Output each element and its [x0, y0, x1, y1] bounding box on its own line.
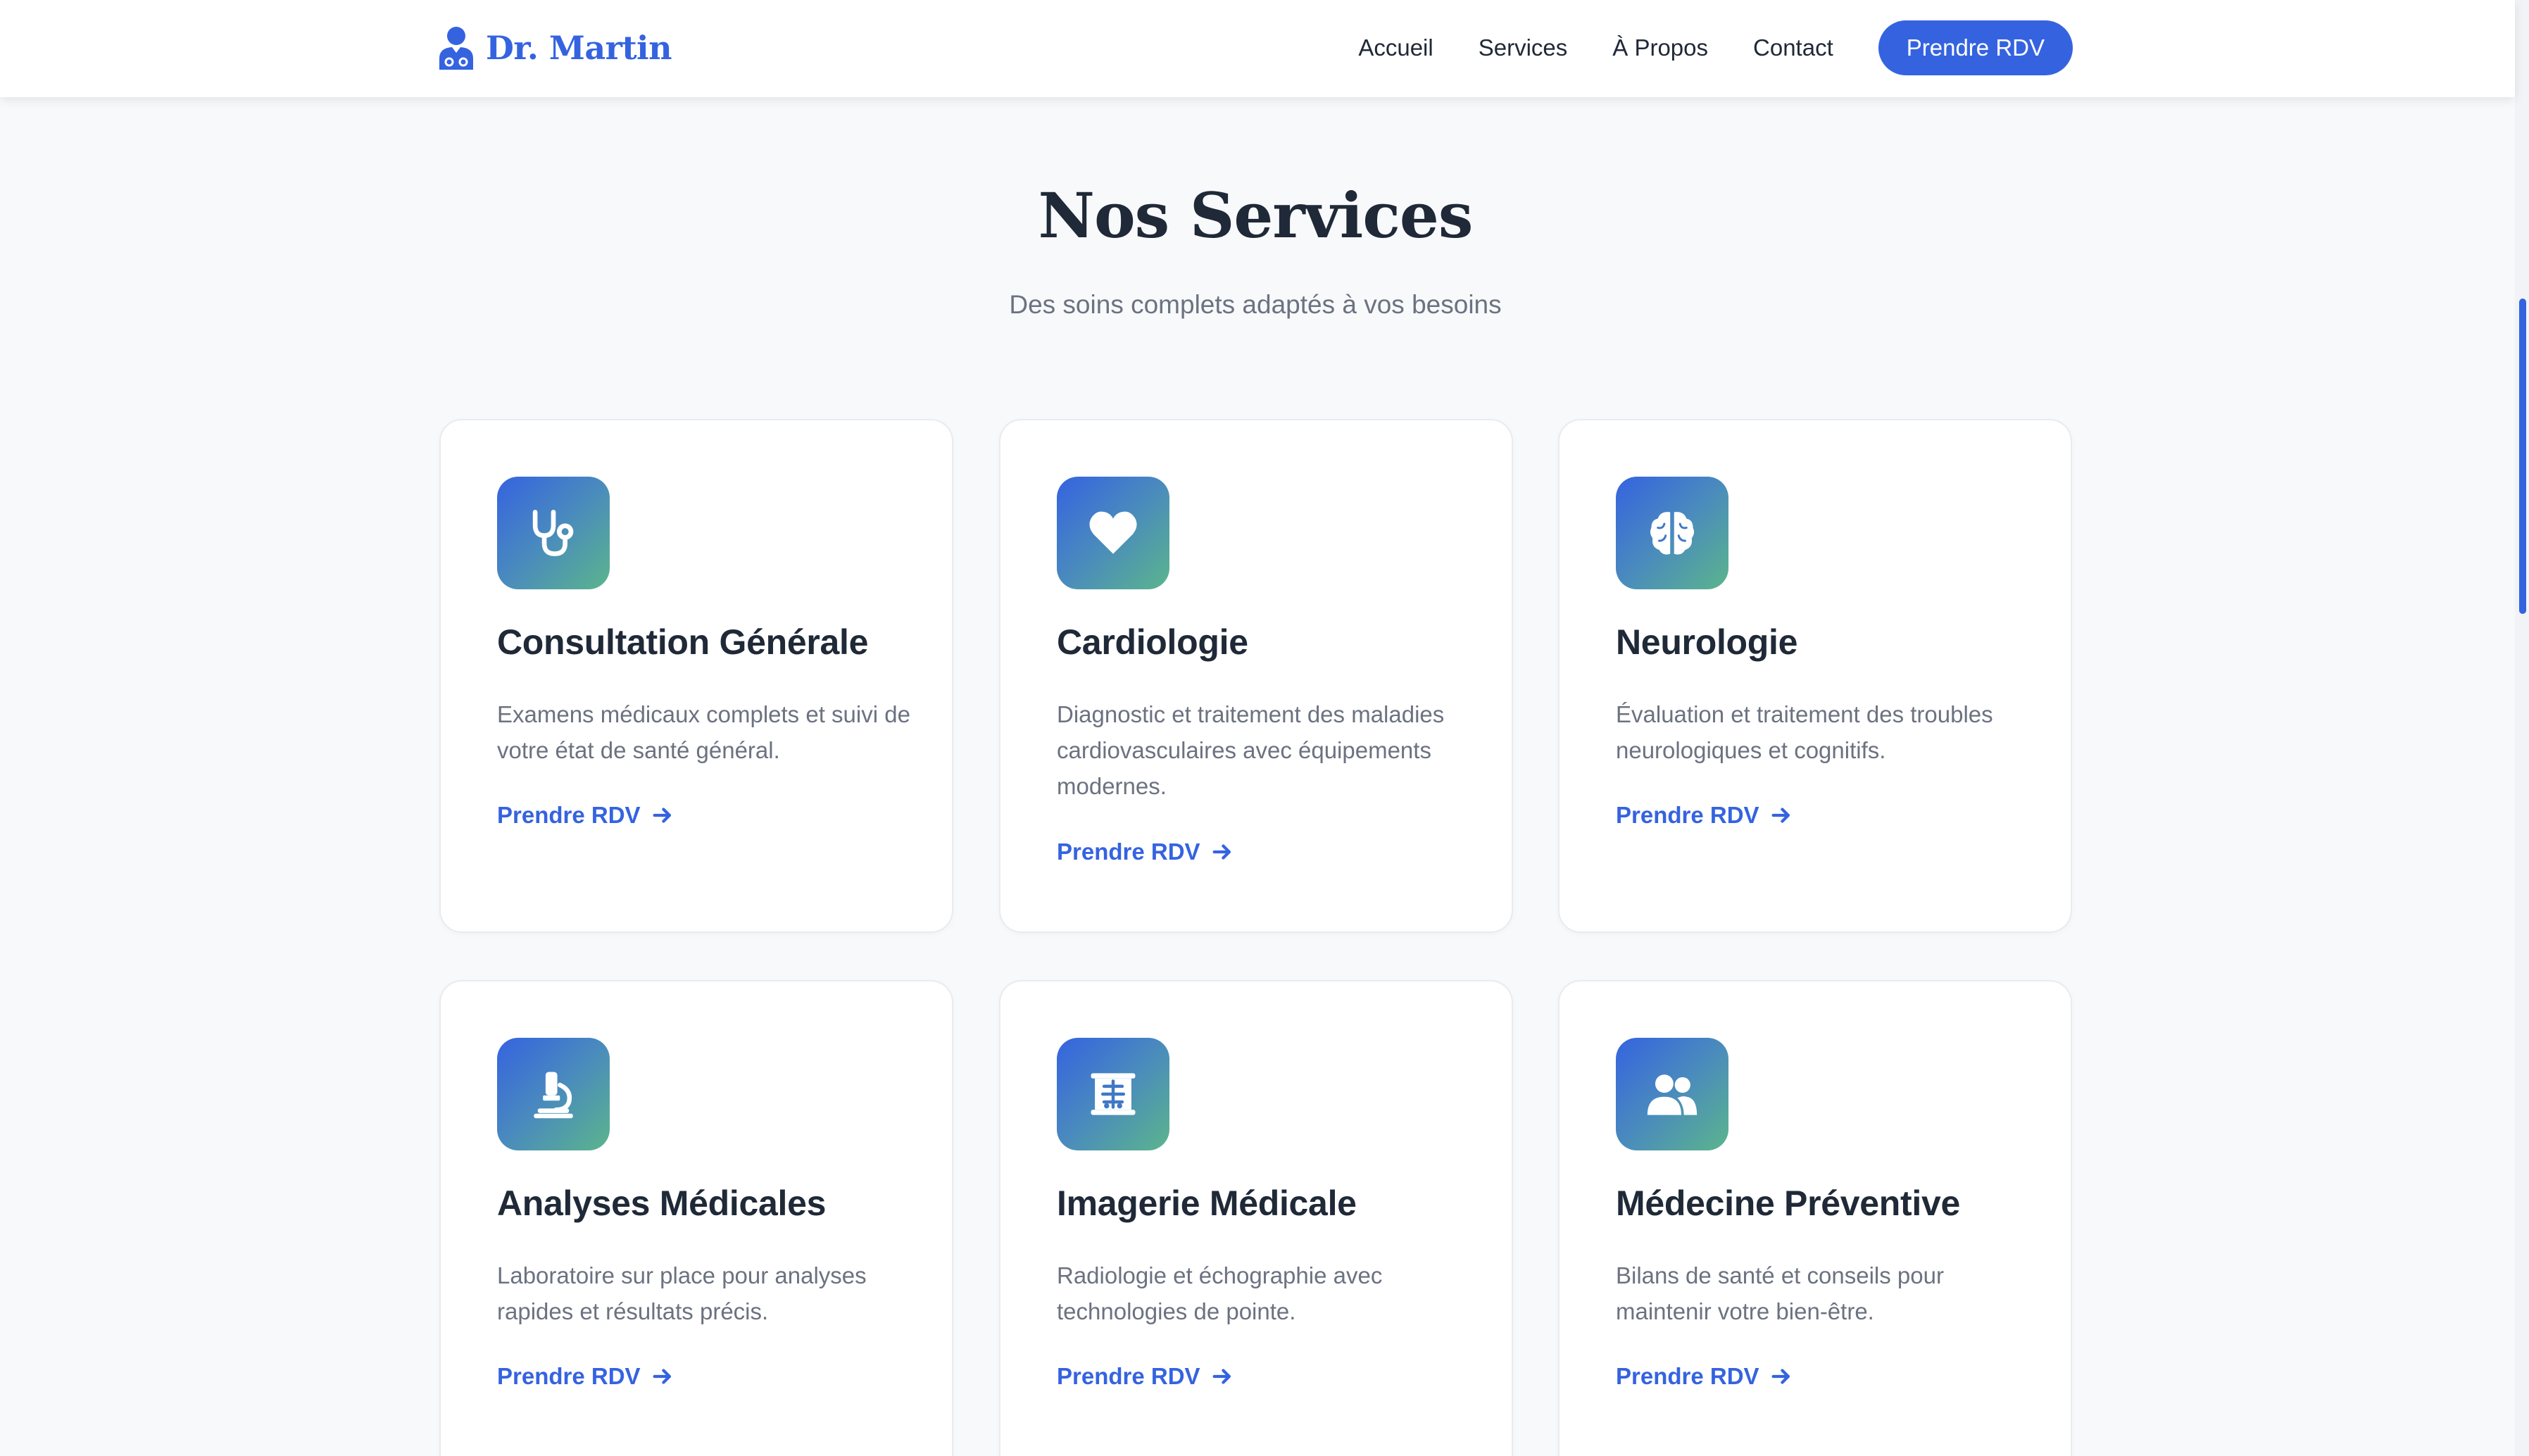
card-title: Cardiologie — [1057, 622, 1248, 662]
service-card-imagerie: Imagerie Médicale Radiologie et échograp… — [999, 980, 1513, 1456]
card-icon-box — [497, 477, 610, 589]
stethoscope-icon — [532, 510, 574, 556]
arrow-right-icon — [1212, 1369, 1231, 1384]
card-description: Bilans de santé et conseils pour mainten… — [1616, 1262, 1944, 1324]
card-description: Laboratoire sur place pour analyses rapi… — [497, 1262, 867, 1324]
brain-icon — [1650, 512, 1695, 555]
card-appointment-link[interactable]: Prendre RDV — [1057, 839, 1234, 865]
logo[interactable]: Dr. Martin — [438, 26, 672, 70]
card-link-label: Prendre RDV — [497, 802, 641, 828]
card-link-label: Prendre RDV — [1057, 839, 1200, 865]
service-card-consultation: Consultation Générale Examens médicaux c… — [439, 419, 953, 933]
doctor-icon — [439, 27, 473, 70]
scrollbar-thumb[interactable] — [2519, 299, 2526, 614]
arrow-right-icon — [1771, 808, 1790, 823]
card-description: Diagnostic et traitement des maladies ca… — [1057, 701, 1445, 799]
card-description: Évaluation et traitement des troubles ne… — [1616, 701, 1993, 763]
arrow-right-icon — [653, 1369, 671, 1384]
card-title: Imagerie Médicale — [1057, 1184, 1357, 1223]
card-appointment-link[interactable]: Prendre RDV — [497, 802, 674, 829]
card-icon-box — [1616, 477, 1728, 589]
main-nav: Accueil Services À Propos Contact Prendr… — [1358, 20, 2073, 75]
card-link-label: Prendre RDV — [1616, 802, 1759, 828]
heart-icon — [1089, 511, 1137, 554]
card-icon-box — [1616, 1038, 1728, 1150]
card-link-label: Prendre RDV — [1057, 1363, 1200, 1389]
page-scrollbar[interactable] — [2515, 0, 2529, 1456]
card-appointment-link[interactable]: Prendre RDV — [1057, 1363, 1234, 1390]
card-icon-box — [1057, 477, 1169, 589]
section-subtitle: Des soins complets adaptés à vos besoins — [1009, 290, 1502, 319]
card-icon-box — [1057, 1038, 1169, 1150]
nav-link-accueil[interactable]: Accueil — [1358, 34, 1433, 61]
card-appointment-link[interactable]: Prendre RDV — [1616, 1363, 1793, 1390]
card-description: Examens médicaux complets et suivi de vo… — [497, 701, 910, 763]
nav-link-services[interactable]: Services — [1479, 34, 1568, 61]
arrow-right-icon — [653, 808, 671, 823]
site-header: Dr. Martin Accueil Services À Propos Con… — [0, 0, 2515, 97]
nav-link-contact[interactable]: Contact — [1753, 34, 1833, 61]
card-title: Neurologie — [1616, 622, 1798, 662]
card-title: Médecine Préventive — [1616, 1184, 1960, 1223]
card-link-label: Prendre RDV — [1616, 1363, 1759, 1389]
arrow-right-icon — [1771, 1369, 1790, 1384]
service-card-analyses: Analyses Médicales Laboratoire sur place… — [439, 980, 953, 1456]
card-appointment-link[interactable]: Prendre RDV — [497, 1363, 674, 1390]
card-title: Analyses Médicales — [497, 1184, 827, 1223]
section-title: Nos Services — [1038, 179, 1474, 252]
nav-link-a-propos[interactable]: À Propos — [1612, 34, 1708, 61]
x-ray-icon — [1091, 1073, 1136, 1115]
service-card-cardiologie: Cardiologie Diagnostic et traitement des… — [999, 419, 1513, 933]
card-link-label: Prendre RDV — [497, 1363, 641, 1389]
service-card-preventive: Médecine Préventive Bilans de santé et c… — [1558, 980, 2072, 1456]
users-icon — [1647, 1074, 1697, 1115]
card-icon-box — [497, 1038, 610, 1150]
appointment-button[interactable]: Prendre RDV — [1878, 20, 2073, 75]
card-title: Consultation Générale — [497, 622, 869, 662]
logo-text: Dr. Martin — [486, 29, 672, 67]
arrow-right-icon — [1212, 844, 1231, 860]
card-description: Radiologie et échographie avec technolog… — [1057, 1262, 1383, 1324]
card-appointment-link[interactable]: Prendre RDV — [1616, 802, 1793, 829]
microscope-icon — [534, 1072, 573, 1119]
service-card-neurologie: Neurologie Évaluation et traitement des … — [1558, 419, 2072, 933]
